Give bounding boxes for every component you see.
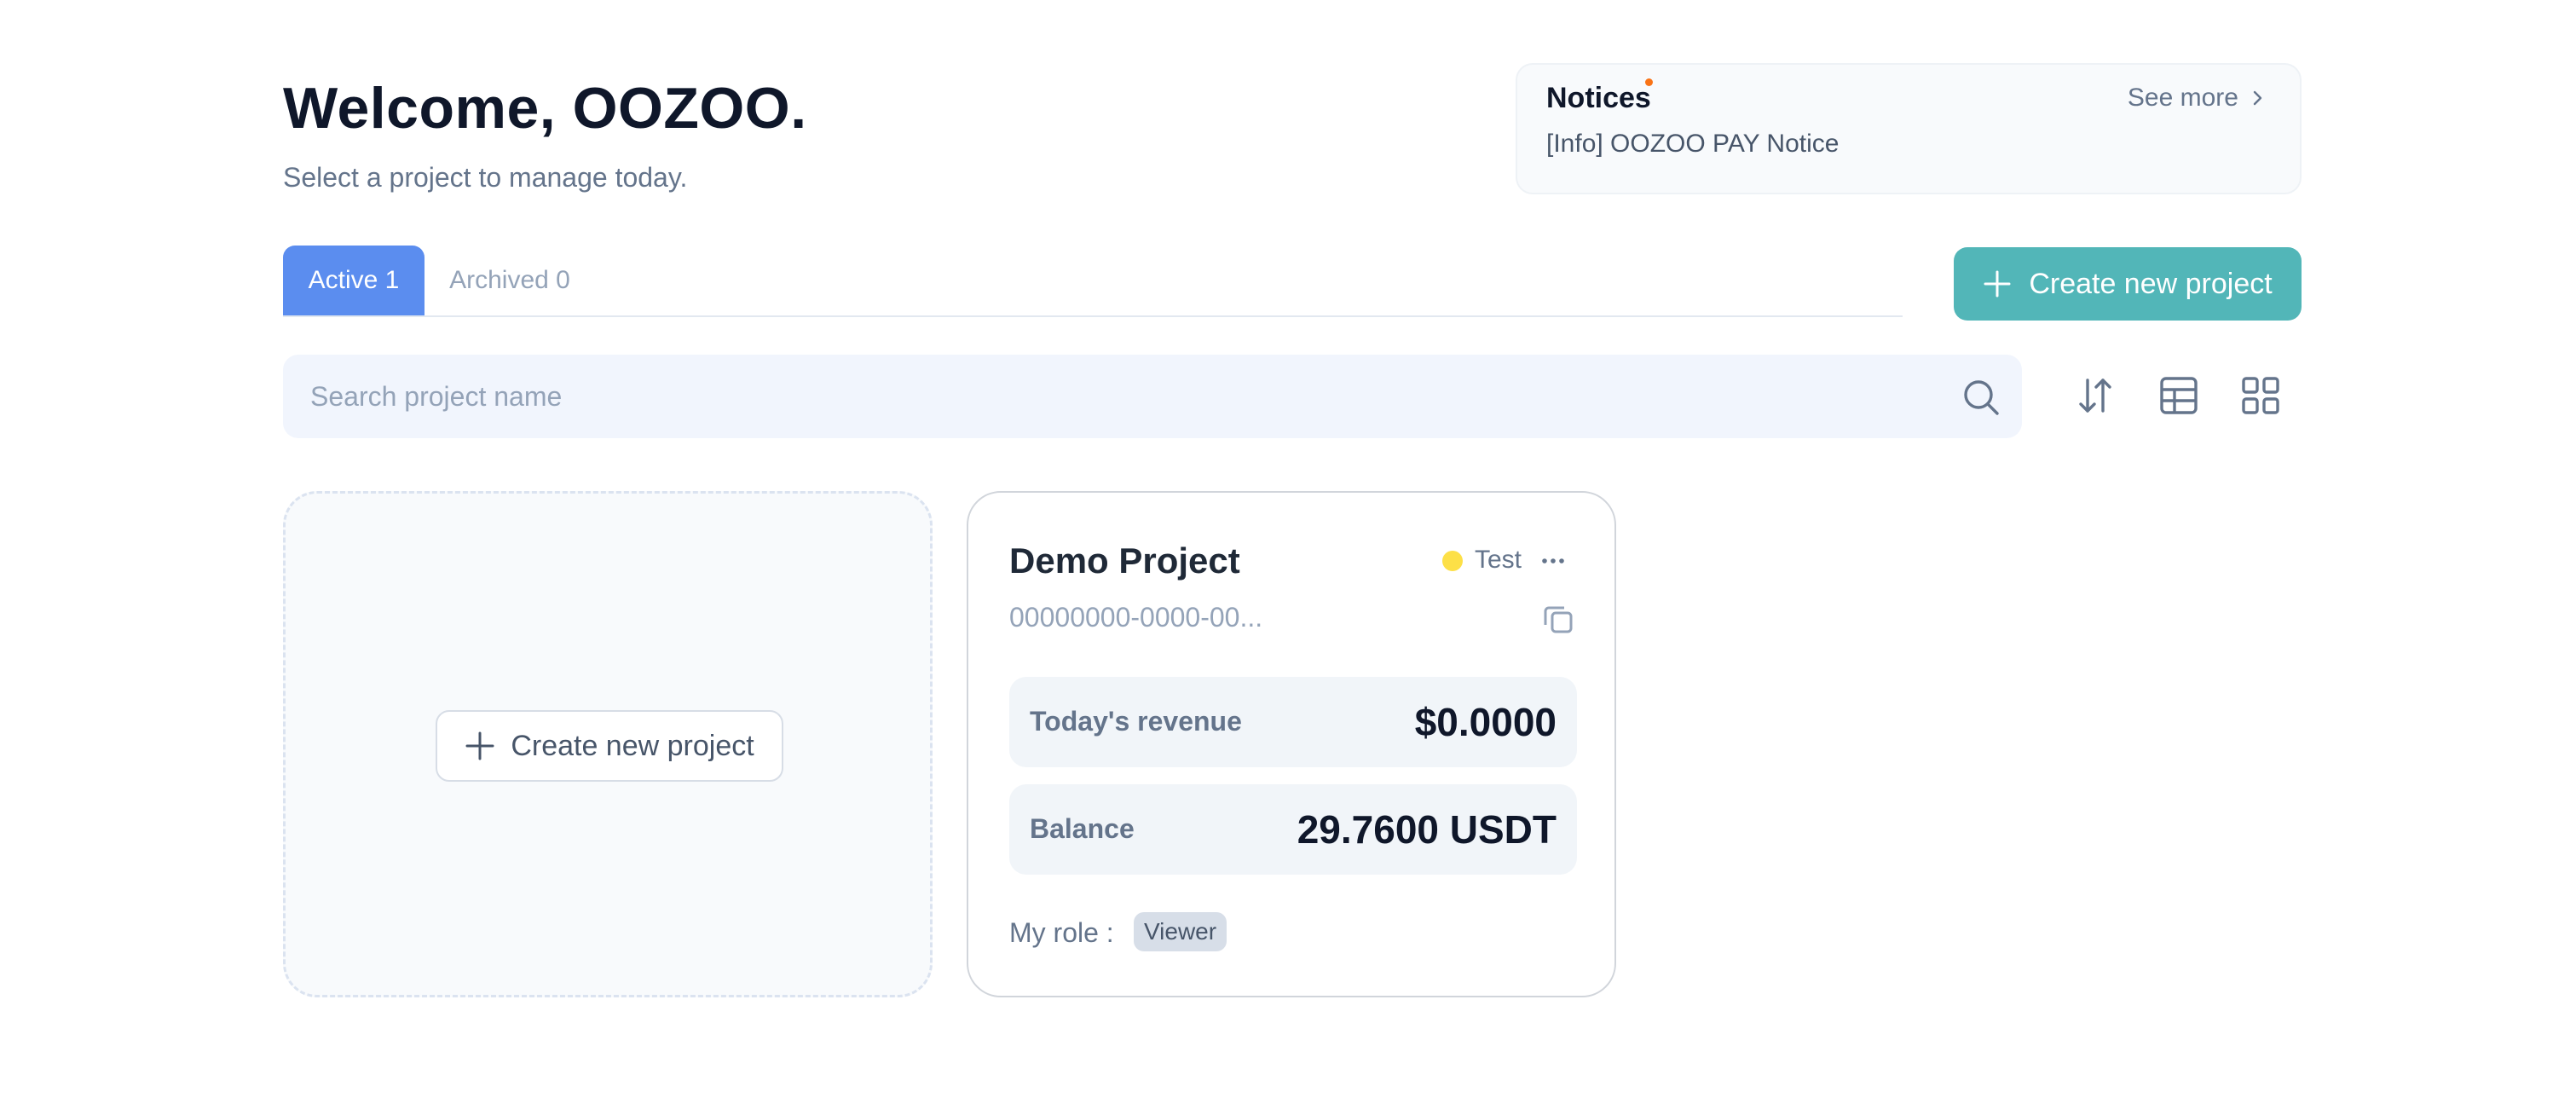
see-more-link[interactable]: See more bbox=[2128, 84, 2266, 113]
role-label: My role : bbox=[1009, 917, 1114, 948]
new-project-card-button[interactable]: Create new project bbox=[436, 710, 783, 782]
project-name: Demo Project bbox=[1009, 540, 1240, 581]
new-project-card-label: Create new project bbox=[511, 729, 754, 762]
table-view-icon[interactable] bbox=[2157, 373, 2201, 418]
role-badge: Viewer bbox=[1134, 912, 1227, 951]
project-tabs: Active 1 Archived 0 bbox=[283, 246, 1903, 317]
balance-label: Balance bbox=[1030, 813, 1135, 844]
page-title: Welcome, OOZOO. bbox=[283, 76, 807, 141]
see-more-label: See more bbox=[2127, 84, 2238, 112]
plus-icon bbox=[1984, 270, 2011, 298]
notice-item[interactable]: [Info] OOZOO PAY Notice bbox=[1546, 130, 1839, 159]
status-label: Test bbox=[1475, 546, 1522, 574]
notices-title: Notices bbox=[1546, 82, 1651, 114]
more-options-icon[interactable] bbox=[1534, 542, 1572, 580]
create-project-button[interactable]: Create new project bbox=[1954, 247, 2302, 321]
tab-archived[interactable]: Archived 0 bbox=[425, 246, 595, 315]
grid-view-icon[interactable] bbox=[2238, 373, 2283, 418]
balance-value: 29.7600 USDT bbox=[1297, 807, 1557, 852]
create-project-label: Create new project bbox=[2029, 267, 2273, 300]
search-bar bbox=[283, 355, 2022, 438]
search-input[interactable] bbox=[310, 355, 1930, 438]
project-id: 00000000-0000-00... bbox=[1009, 602, 1263, 633]
tab-active[interactable]: Active 1 bbox=[283, 246, 425, 315]
revenue-value: $0.0000 bbox=[1414, 700, 1557, 744]
copy-icon[interactable] bbox=[1539, 600, 1577, 638]
page-subtitle: Select a project to manage today. bbox=[283, 162, 688, 193]
status-dot bbox=[1442, 551, 1463, 571]
notice-indicator-dot bbox=[1645, 78, 1653, 86]
revenue-stat: Today's revenue $0.0000 bbox=[1009, 677, 1577, 767]
plus-icon bbox=[465, 731, 494, 760]
search-icon[interactable] bbox=[1961, 377, 2001, 418]
notices-panel: Notices See more [Info] OOZOO PAY Notice bbox=[1516, 63, 2302, 194]
project-card[interactable]: Demo Project Test 00000000-0000-00... To… bbox=[967, 491, 1616, 997]
revenue-label: Today's revenue bbox=[1030, 706, 1242, 737]
sort-icon[interactable] bbox=[2073, 373, 2117, 418]
new-project-card[interactable]: Create new project bbox=[283, 491, 933, 997]
balance-stat: Balance 29.7600 USDT bbox=[1009, 784, 1577, 875]
chevron-right-icon bbox=[2253, 90, 2262, 106]
